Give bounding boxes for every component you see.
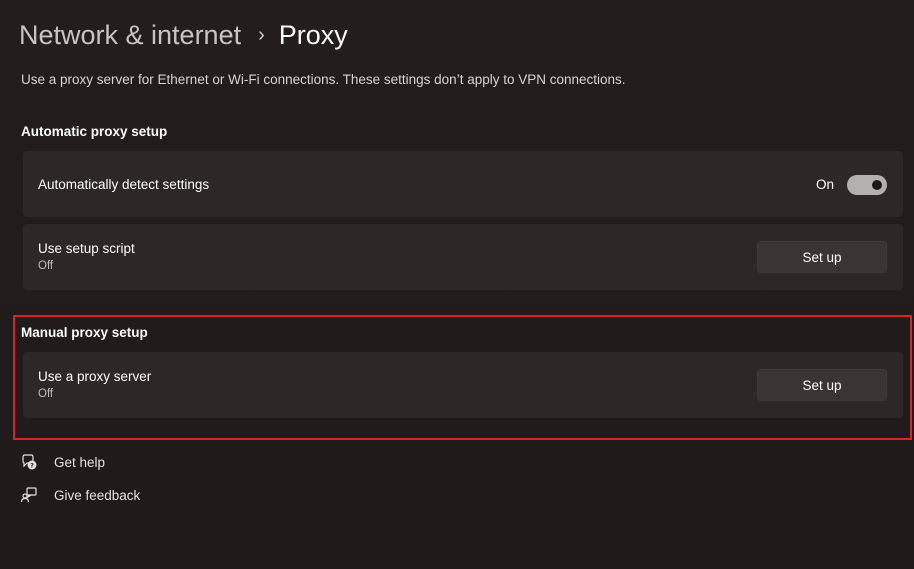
card-setup-script: Use setup script Off Set up	[23, 224, 903, 290]
give-feedback-label: Give feedback	[54, 487, 141, 503]
auto-detect-toggle-label: On	[815, 177, 834, 192]
page-title: Proxy	[278, 19, 348, 50]
setup-script-title: Use setup script	[38, 241, 135, 256]
get-help-label: Get help	[54, 454, 106, 470]
settings-page: Network & internet › Proxy Use a proxy s…	[0, 0, 914, 569]
get-help-link[interactable]: ? Get help	[20, 452, 105, 472]
section-title-automatic: Automatic proxy setup	[21, 124, 168, 139]
chevron-right-icon: ›	[258, 23, 265, 46]
breadcrumb: Network & internet › Proxy	[19, 14, 348, 56]
manual-proxy-highlight-box	[13, 315, 912, 440]
setup-script-status: Off	[38, 260, 54, 272]
give-feedback-link[interactable]: Give feedback	[20, 485, 140, 505]
auto-detect-toggle[interactable]	[847, 175, 887, 195]
help-chat-icon: ?	[22, 454, 37, 470]
auto-detect-title: Automatically detect settings	[38, 177, 210, 192]
card-auto-detect[interactable]: Automatically detect settings On	[23, 151, 903, 217]
toggle-knob	[872, 180, 882, 190]
page-description: Use a proxy server for Ethernet or Wi-Fi…	[21, 72, 626, 87]
svg-text:?: ?	[30, 462, 34, 470]
feedback-icon	[20, 487, 37, 503]
breadcrumb-parent-network-internet[interactable]: Network & internet	[19, 20, 241, 51]
setup-script-setup-button[interactable]: Set up	[757, 241, 887, 273]
